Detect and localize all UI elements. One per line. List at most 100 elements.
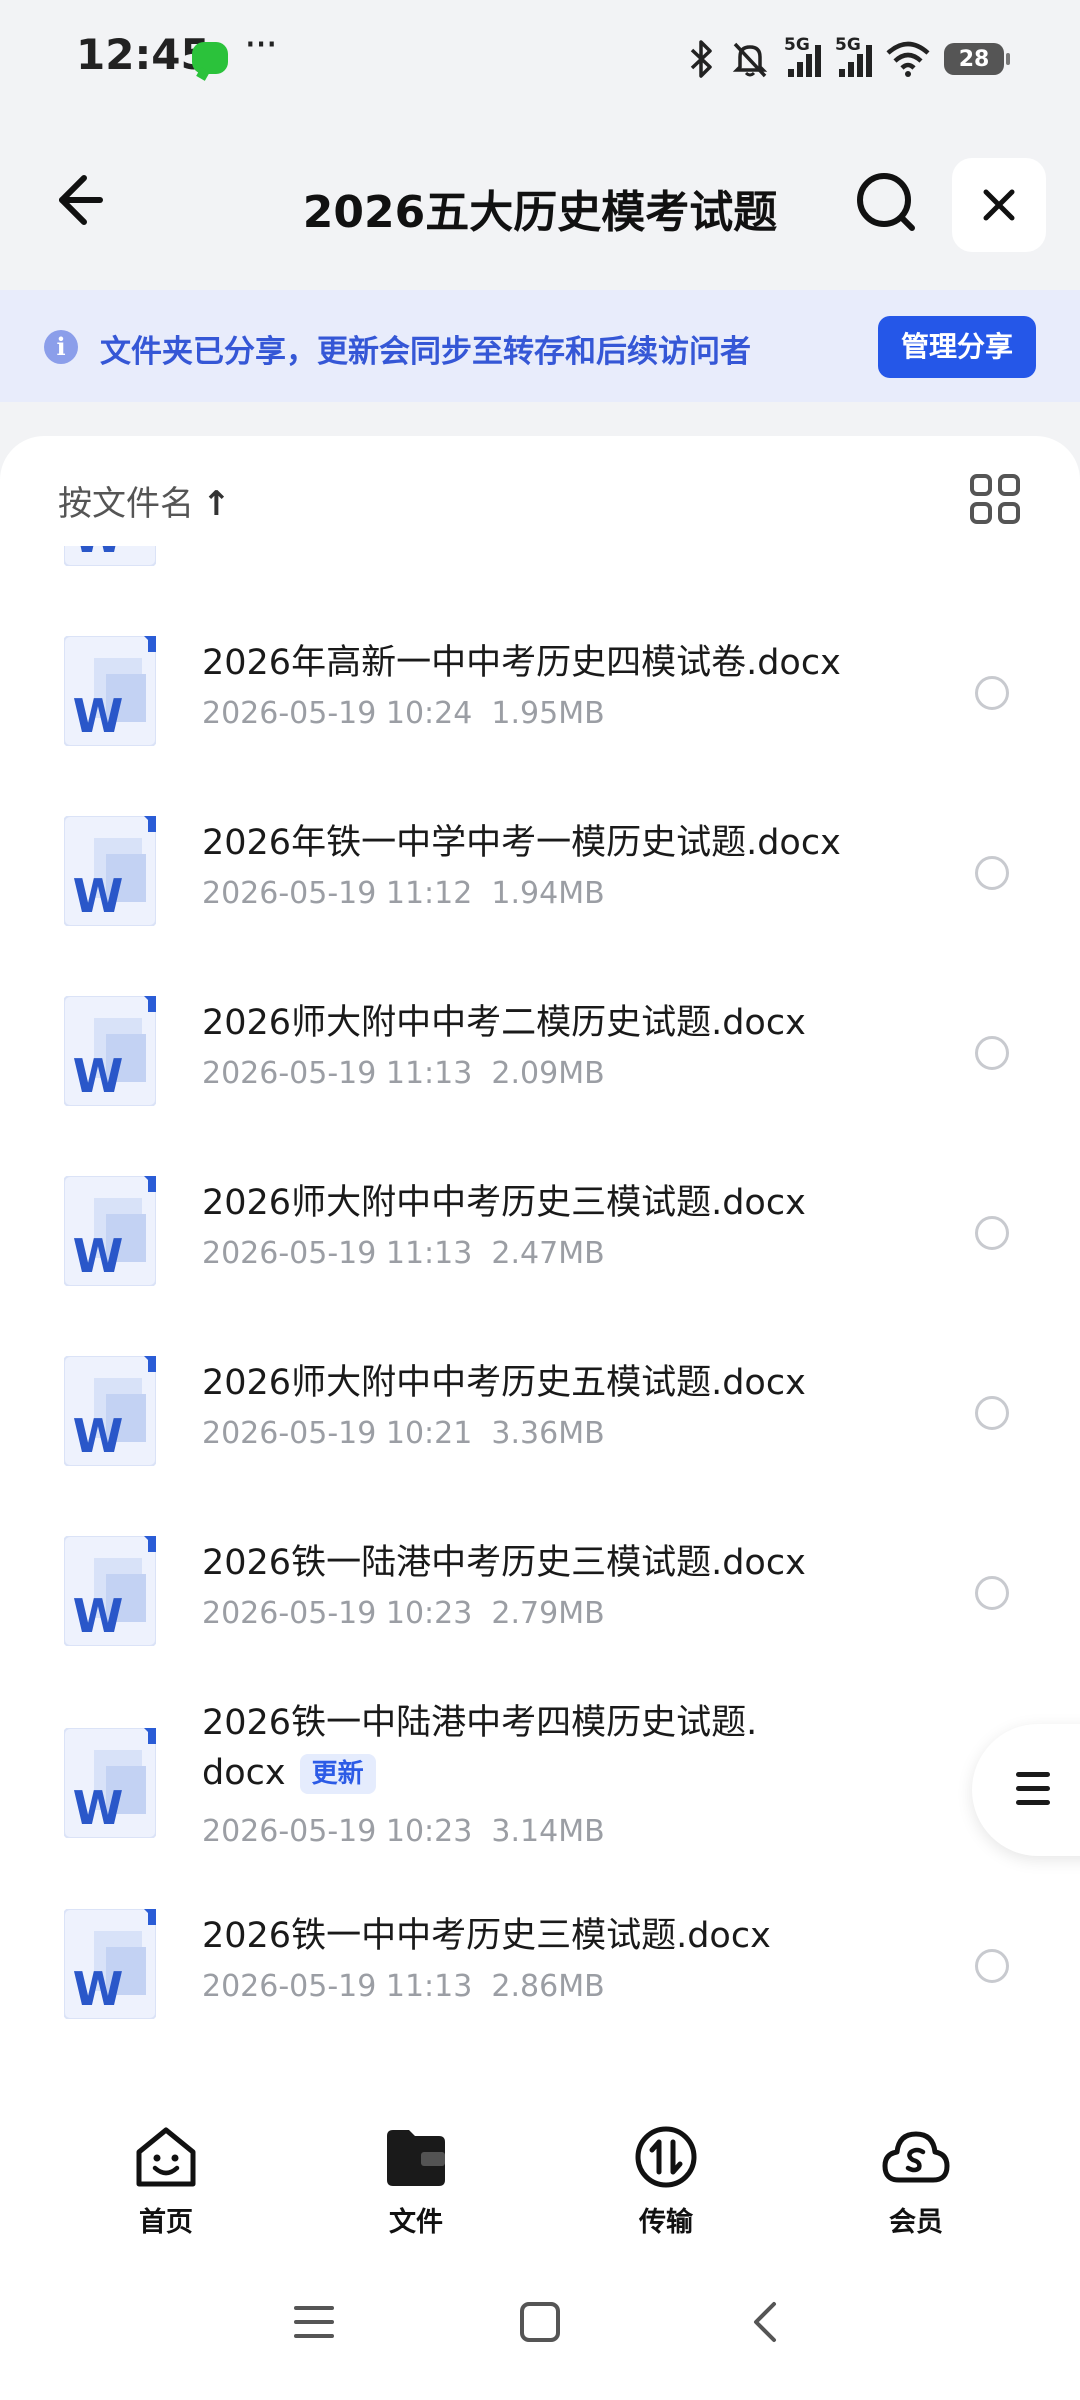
mute-bell-icon <box>732 42 768 78</box>
updated-badge: 更新 <box>299 1754 376 1794</box>
file-meta: 2026-05-19 11:13 2.09MB <box>202 1056 605 1091</box>
file-date: 2026-05-19 10:24 <box>202 696 473 731</box>
status-bar: 12:45 ··· 5G 5G 28 <box>0 0 1080 120</box>
select-radio[interactable] <box>975 1949 1009 1983</box>
nav-vip[interactable]: 会员 <box>836 2122 996 2239</box>
word-doc-icon: W <box>63 546 157 567</box>
word-doc-icon: W <box>63 995 157 1107</box>
sort-by-name-button[interactable]: 按文件名 ↑ <box>58 476 231 525</box>
file-row[interactable]: W 2026年高新一中中考历史四模试卷.docx 2026-05-19 10:24 … <box>0 596 1080 776</box>
file-size: 2.86MB <box>491 1969 605 2004</box>
sort-ascending-icon: ↑ <box>202 484 231 524</box>
battery-icon: 28 <box>944 43 1010 75</box>
select-radio[interactable] <box>975 1216 1009 1250</box>
app-header: 2026五大历史模考试题 <box>0 140 1080 270</box>
file-row[interactable]: W2026交大附中中考历史三模试题.docx2026-05-19 11:12 3… <box>0 546 1080 596</box>
file-row[interactable]: W 2026铁一中陆港中考四模历史试题. docx 更新 2026-05-19 10:2… <box>0 1676 1080 1869</box>
select-radio[interactable] <box>975 1036 1009 1070</box>
file-name-text: 2026铁一中中考历史三模试题.docx <box>202 1916 771 1956</box>
file-name-text: 2026年高新一中中考历史四模试卷.docx <box>202 643 841 683</box>
transfer-icon <box>635 2126 697 2188</box>
file-name-text: 2026师大附中中考二模历史试题.docx <box>202 1003 806 1043</box>
svg-text:W: W <box>73 1229 124 1283</box>
recent-apps-icon[interactable] <box>292 2300 336 2344</box>
file-date: 2026-05-19 10:23 <box>202 1596 473 1631</box>
share-notice-banner: i 文件夹已分享，更新会同步至转存和后续访问者 管理分享 <box>0 290 1080 402</box>
file-size: 3.4MB <box>491 546 585 551</box>
info-icon: i <box>44 330 78 364</box>
word-doc-icon: W <box>63 1175 157 1287</box>
select-radio[interactable] <box>975 676 1009 710</box>
home-icon[interactable] <box>518 2300 562 2344</box>
file-meta: 2026-05-19 11:12 3.4MB <box>202 546 586 551</box>
file-size: 1.94MB <box>491 876 605 911</box>
network-type-label: 5G <box>835 35 861 55</box>
signal-strength-icon-1: 5G <box>784 35 821 77</box>
file-name-text: docx <box>202 1753 286 1793</box>
grid-view-toggle[interactable] <box>970 474 1020 524</box>
file-row[interactable]: W 2026铁一陆港中考历史三模试题.docx 2026-05-19 10:23 2… <box>0 1496 1080 1676</box>
file-name: 2026师大附中中考历史五模试题.docx <box>202 1358 842 1408</box>
system-nav-bar <box>0 2240 1080 2400</box>
file-meta: 2026-05-19 10:23 2.79MB <box>202 1596 605 1631</box>
svg-text:W: W <box>73 1589 124 1643</box>
word-doc-icon: W <box>63 1355 157 1467</box>
more-notifications-icon: ··· <box>244 22 278 68</box>
file-name: 2026铁一陆港中考历史三模试题.docx <box>202 1538 842 1588</box>
select-radio[interactable] <box>975 1396 1009 1430</box>
svg-text:W: W <box>73 546 124 563</box>
file-row[interactable]: W 2026师大附中中考历史五模试题.docx 2026-05-19 10:21 3… <box>0 1316 1080 1496</box>
file-date: 2026-05-19 11:13 <box>202 1056 473 1091</box>
search-icon <box>857 173 915 231</box>
file-size: 2.09MB <box>491 1056 605 1091</box>
file-name: 2026师大附中中考二模历史试题.docx <box>202 998 842 1048</box>
file-size: 3.36MB <box>491 1416 605 1451</box>
file-row[interactable]: W 2026年铁一中学中考一模历史试题.docx 2026-05-19 11:12 … <box>0 776 1080 956</box>
status-icons: 5G 5G 28 <box>686 34 1010 84</box>
share-notice-text: 文件夹已分享，更新会同步至转存和后续访问者 <box>100 334 751 370</box>
file-size: 3.14MB <box>491 1814 605 1849</box>
file-date: 2026-05-19 10:21 <box>202 1416 473 1451</box>
file-name-text: 2026铁一陆港中考历史三模试题.docx <box>202 1543 806 1583</box>
file-row[interactable]: W 2026铁一中中考历史三模试题.docx 2026-05-19 11:13 2.… <box>0 1869 1080 2049</box>
nav-transfer[interactable]: 传输 <box>586 2122 746 2239</box>
manage-share-button[interactable]: 管理分享 <box>878 316 1036 378</box>
close-button[interactable] <box>952 158 1046 252</box>
file-size: 2.79MB <box>491 1596 605 1631</box>
file-meta: 2026-05-19 10:23 3.14MB <box>202 1814 605 1849</box>
file-date: 2026-05-19 11:12 <box>202 876 473 911</box>
message-app-icon <box>192 42 228 74</box>
svg-text:W: W <box>73 1962 124 2016</box>
search-button[interactable] <box>846 162 926 242</box>
nav-files[interactable]: 文件 <box>336 2122 496 2239</box>
bottom-nav: 首页 文件 传输 会员 <box>0 2090 1080 2240</box>
select-radio[interactable] <box>975 856 1009 890</box>
close-icon <box>983 189 1015 221</box>
svg-text:W: W <box>73 689 124 743</box>
file-date: 2026-05-19 11:12 <box>202 546 472 551</box>
file-name-text: 2026师大附中中考历史三模试题.docx <box>202 1183 806 1223</box>
file-size: 1.95MB <box>491 696 605 731</box>
file-name-text: 2026年铁一中学中考一模历史试题.docx <box>202 823 841 863</box>
svg-text:W: W <box>73 1409 124 1463</box>
word-doc-icon: W <box>63 1535 157 1647</box>
file-meta: 2026-05-19 11:13 2.86MB <box>202 1969 605 2004</box>
file-row[interactable]: W 2026师大附中中考二模历史试题.docx 2026-05-19 11:13 2… <box>0 956 1080 1136</box>
file-date: 2026-05-19 11:13 <box>202 1969 473 2004</box>
home-face-icon <box>136 2127 196 2187</box>
file-name-text: 2026铁一中陆港中考四模历史试题. <box>202 1703 758 1743</box>
file-date: 2026-05-19 10:23 <box>202 1814 473 1849</box>
vip-cloud-icon <box>882 2131 950 2183</box>
file-meta: 2026-05-19 10:21 3.36MB <box>202 1416 605 1451</box>
bluetooth-icon <box>690 40 712 78</box>
file-name: 2026师大附中中考历史三模试题.docx <box>202 1178 842 1228</box>
file-date: 2026-05-19 11:13 <box>202 1236 473 1271</box>
word-doc-icon: W <box>63 815 157 927</box>
nav-home[interactable]: 首页 <box>86 2122 246 2239</box>
back-icon[interactable] <box>744 2300 788 2344</box>
status-time: 12:45 <box>76 30 210 79</box>
word-doc-icon: W <box>63 1727 157 1839</box>
select-radio[interactable] <box>975 1576 1009 1610</box>
file-row[interactable]: W 2026师大附中中考历史三模试题.docx 2026-05-19 11:13 2… <box>0 1136 1080 1316</box>
file-name: 2026年高新一中中考历史四模试卷.docx <box>202 638 842 688</box>
